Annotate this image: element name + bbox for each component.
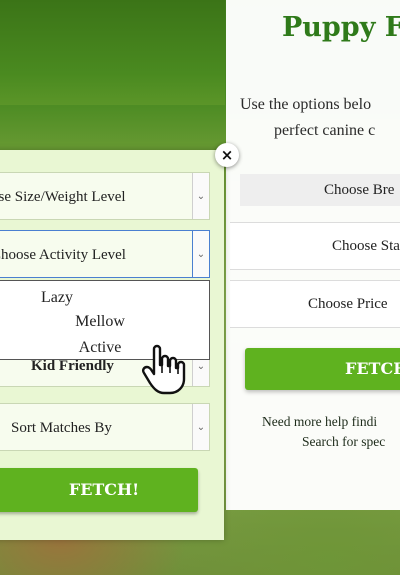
- size-weight-select[interactable]: ose Size/Weight Level ⌄: [0, 172, 210, 220]
- popup-fetch-button[interactable]: FETCH!: [0, 468, 198, 512]
- intro-line-1: Use the options belo: [240, 96, 372, 113]
- sort-matches-select[interactable]: Sort Matches By ⌄: [0, 403, 210, 451]
- specific-search-link[interactable]: Search for spec: [262, 432, 385, 452]
- price-select-label: Choose Price: [308, 296, 388, 312]
- intro-line-2: perfect canine c: [274, 122, 376, 139]
- size-weight-label: ose Size/Weight Level: [0, 189, 126, 205]
- sort-matches-label: Sort Matches By: [11, 420, 112, 436]
- header-band: [0, 0, 225, 105]
- state-select-label: Choose Sta: [332, 238, 400, 254]
- help-text: Need more help findi Search for spec: [262, 412, 385, 452]
- puppy-finder-panel: Puppy F Use the options belo perfect can…: [226, 0, 400, 510]
- state-select[interactable]: Choose Sta: [230, 222, 400, 270]
- option-lazy[interactable]: Lazy: [0, 287, 209, 309]
- page-title: Puppy F: [282, 12, 400, 43]
- intro-text: Use the options belo perfect canine c: [240, 92, 400, 144]
- option-mellow[interactable]: Mellow: [0, 311, 209, 333]
- chevron-down-icon[interactable]: ⌄: [192, 173, 209, 219]
- breed-select[interactable]: Choose Bre: [240, 174, 400, 206]
- activity-level-label: Choose Activity Level: [0, 247, 126, 263]
- chevron-down-icon[interactable]: ⌄: [192, 404, 209, 450]
- breed-select-label: Choose Bre: [324, 182, 395, 198]
- hand-pointer-icon: [142, 344, 186, 395]
- fetch-button[interactable]: FETCH: [245, 348, 400, 390]
- close-icon[interactable]: ×: [215, 143, 239, 167]
- price-select[interactable]: Choose Price: [230, 280, 400, 328]
- activity-level-select[interactable]: Choose Activity Level ⌄: [0, 230, 210, 278]
- chevron-down-icon[interactable]: ⌄: [192, 231, 209, 277]
- help-link[interactable]: Need more help findi: [262, 412, 385, 432]
